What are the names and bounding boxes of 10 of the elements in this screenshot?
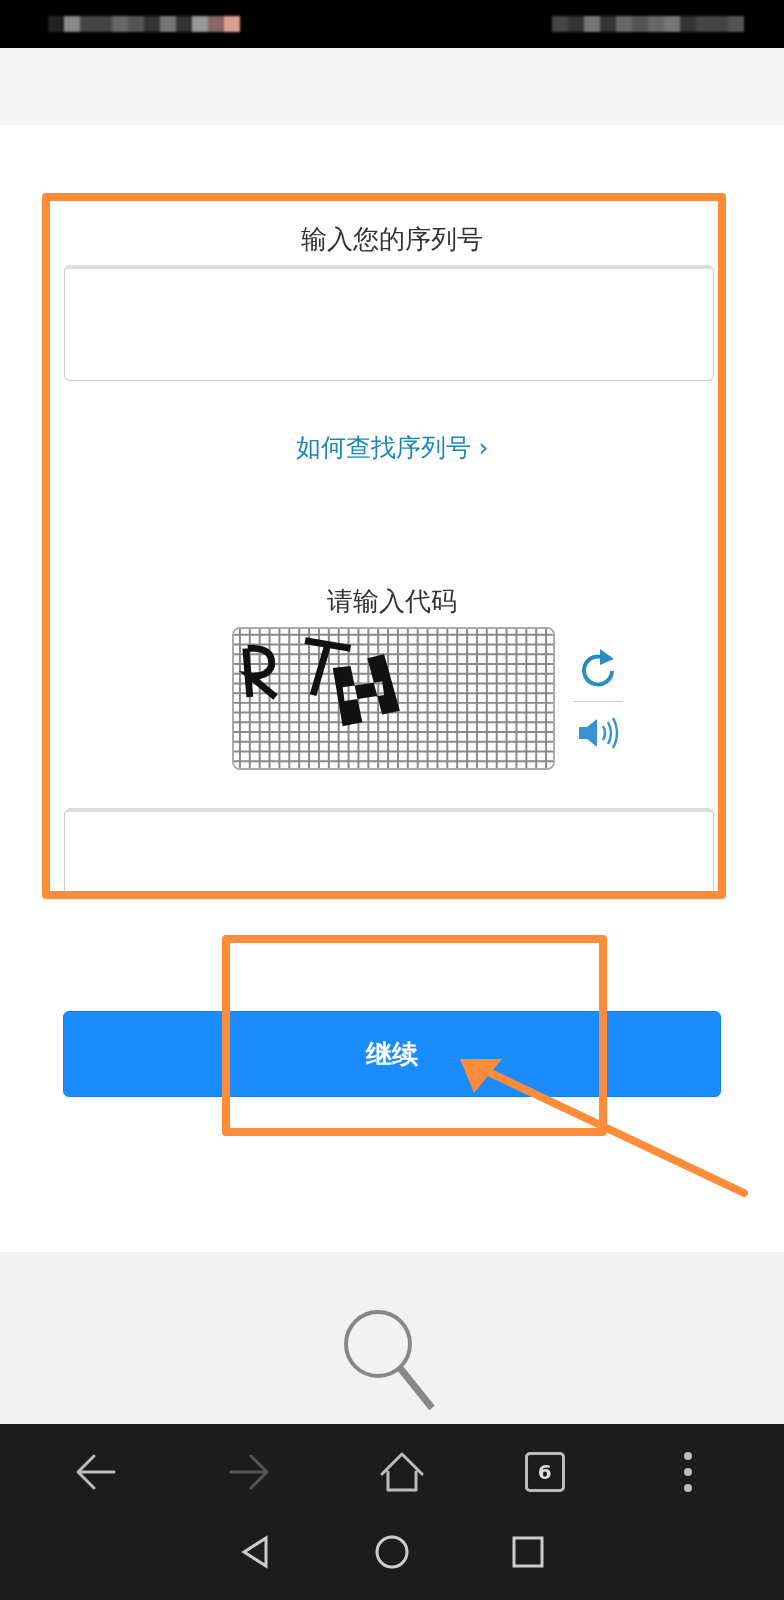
continue-button[interactable]: 继续 <box>63 1011 721 1097</box>
serial-input-field[interactable] <box>64 265 714 381</box>
home-circle-icon[interactable] <box>374 1533 410 1570</box>
serial-title: 输入您的序列号 <box>301 223 483 256</box>
more-icon <box>682 1451 693 1492</box>
help-link[interactable]: 如何查找序列号 › <box>295 431 489 465</box>
speaker-icon[interactable] <box>576 716 619 750</box>
tab-count-button[interactable]: 6 <box>524 1451 565 1492</box>
code-title: 请输入代码 <box>327 585 457 618</box>
refresh-icon[interactable] <box>579 647 616 687</box>
